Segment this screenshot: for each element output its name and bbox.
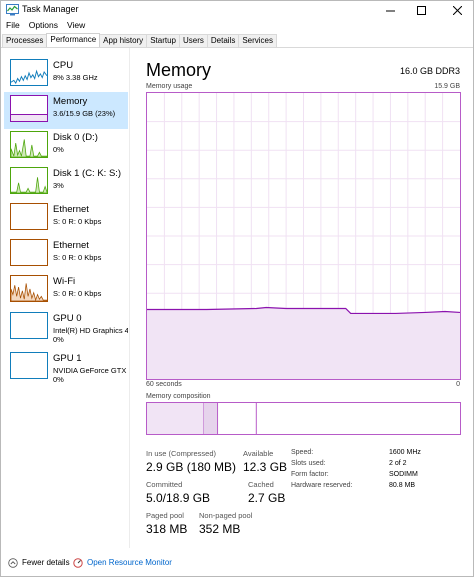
non-paged-pool-label: Non-paged pool [199, 511, 253, 520]
sidebar-item-memory[interactable]: Memory 3.6/15.9 GB (23%) [4, 92, 128, 129]
task-manager-window: Task Manager File Options View Processes… [0, 0, 474, 577]
memory-usage-graph [146, 92, 461, 380]
form-factor-value: SODIMM [389, 471, 418, 478]
title-bar[interactable]: Task Manager [1, 1, 473, 19]
menu-options[interactable]: Options [24, 19, 62, 33]
sidebar-item-detail-2: 0% [53, 335, 64, 344]
close-button[interactable] [445, 1, 469, 19]
sidebar-item-ethernet-1[interactable]: Ethernet S: 0 R: 0 Kbps [4, 200, 128, 237]
hardware-reserved-value: 80.8 MB [389, 482, 416, 489]
sidebar-item-label: Ethernet [53, 204, 89, 215]
close-icon [452, 5, 462, 15]
slots-used-value: 2 of 2 [389, 460, 407, 467]
cached-label: Cached [248, 480, 274, 489]
tab-app-history[interactable]: App history [99, 34, 148, 47]
sidebar-item-label: Memory [53, 96, 88, 107]
graph-time-start: 60 seconds [146, 381, 182, 388]
ethernet-2-thumbnail-graph [10, 239, 48, 266]
fewer-details-link[interactable]: Fewer details [22, 558, 70, 567]
form-factor-key: Form factor: [291, 471, 329, 478]
sidebar-item-detail: 8% 3.38 GHz [53, 73, 98, 82]
non-paged-pool-value: 352 MB [199, 522, 241, 536]
sidebar-item-detail: 3.6/15.9 GB (23%) [53, 109, 116, 118]
window-title: Task Manager [22, 4, 79, 14]
sidebar-item-label: GPU 0 [53, 313, 82, 324]
menu-file[interactable]: File [1, 19, 24, 33]
sidebar-item-label: GPU 1 [53, 353, 82, 364]
tab-startup[interactable]: Startup [146, 34, 180, 47]
sidebar-item-ethernet-2[interactable]: Ethernet S: 0 R: 0 Kbps [4, 236, 128, 273]
sidebar-item-disk-0[interactable]: Disk 0 (D:) 0% [4, 128, 128, 165]
chevron-up-icon[interactable] [8, 558, 18, 568]
sidebar-item-detail: S: 0 R: 0 Kbps [53, 253, 102, 262]
resource-monitor-icon [73, 558, 83, 568]
menu-bar: File Options View [1, 19, 473, 33]
paged-pool-value: 318 MB [146, 522, 188, 536]
tab-strip: Processes Performance App history Startu… [2, 33, 278, 47]
sidebar-item-label: Disk 0 (D:) [53, 132, 98, 143]
sidebar-item-wifi[interactable]: Wi-Fi S: 0 R: 0 Kbps [4, 272, 128, 309]
cached-value: 2.7 GB [248, 491, 286, 505]
sidebar-item-detail: S: 0 R: 0 Kbps [53, 217, 102, 226]
committed-label: Committed [146, 480, 183, 489]
sidebar-item-cpu[interactable]: CPU 8% 3.38 GHz [4, 56, 128, 93]
sidebar-item-detail-2: 0% [53, 375, 64, 384]
page-title: Memory [146, 60, 212, 80]
memory-spec: 16.0 GB DDR3 [399, 66, 460, 76]
minimize-icon [385, 10, 395, 11]
slots-used-key: Slots used: [291, 460, 326, 467]
sidebar-item-label: Disk 1 (C: K: S:) [53, 168, 122, 179]
graph-time-end: 0 [456, 381, 460, 388]
sidebar-item-detail: 0% [53, 145, 64, 154]
sidebar-item-label: Wi-Fi [53, 276, 76, 287]
memory-usage-label: Memory usage [146, 83, 193, 90]
disk-1-thumbnail-graph [10, 167, 48, 194]
gpu-0-thumbnail-graph [10, 312, 48, 339]
memory-usage-max: 15.9 GB [434, 83, 460, 90]
sidebar-item-gpu-1[interactable]: GPU 1 NVIDIA GeForce GTX 860M 0% [4, 349, 128, 386]
speed-key: Speed: [291, 449, 314, 456]
sidebar-item-detail: S: 0 R: 0 Kbps [53, 289, 102, 298]
tab-users[interactable]: Users [178, 34, 208, 47]
tab-processes[interactable]: Processes [2, 34, 48, 47]
available-label: Available [243, 449, 274, 458]
menu-view[interactable]: View [62, 19, 89, 33]
maximize-button[interactable] [409, 1, 433, 19]
minimize-button[interactable] [378, 1, 402, 19]
disk-0-thumbnail-graph [10, 131, 48, 158]
sidebar-item-label: Ethernet [53, 240, 89, 251]
memory-composition-bar [146, 402, 461, 435]
sidebar-item-disk-1[interactable]: Disk 1 (C: K: S:) 3% [4, 164, 128, 201]
open-resource-monitor-link[interactable]: Open Resource Monitor [87, 558, 172, 567]
tab-details[interactable]: Details [206, 34, 240, 47]
sidebar-item-label: CPU [53, 60, 74, 71]
sidebar-item-detail: NVIDIA GeForce GTX 860M [53, 366, 128, 375]
wifi-thumbnail-graph [10, 275, 48, 302]
memory-thumbnail-graph [10, 95, 48, 122]
cpu-thumbnail-graph [10, 59, 48, 86]
speed-value: 1600 MHz [389, 449, 421, 456]
memory-composition-label: Memory composition [146, 393, 211, 400]
paged-pool-label: Paged pool [146, 511, 184, 520]
tab-services[interactable]: Services [238, 34, 278, 47]
sidebar-item-detail: Intel(R) HD Graphics 4600 [53, 326, 128, 335]
hardware-reserved-key: Hardware reserved: [291, 482, 353, 489]
task-manager-app-icon [6, 4, 19, 16]
in-use-value: 2.9 GB (180 MB) [146, 460, 237, 474]
ethernet-1-thumbnail-graph [10, 203, 48, 230]
maximize-icon [416, 5, 426, 15]
committed-value: 5.0/18.9 GB [146, 491, 211, 505]
sidebar-item-gpu-0[interactable]: GPU 0 Intel(R) HD Graphics 4600 0% [4, 309, 128, 346]
gpu-1-thumbnail-graph [10, 352, 48, 379]
available-value: 12.3 GB [243, 460, 288, 474]
performance-sidebar: CPU 8% 3.38 GHz Memory 3.6/15.9 GB (23%)… [1, 48, 130, 548]
in-use-label: In use (Compressed) [146, 449, 217, 458]
footer: Fewer details Open Resource Monitor [1, 553, 473, 575]
sidebar-item-detail: 3% [53, 181, 64, 190]
tab-performance[interactable]: Performance [46, 33, 101, 47]
